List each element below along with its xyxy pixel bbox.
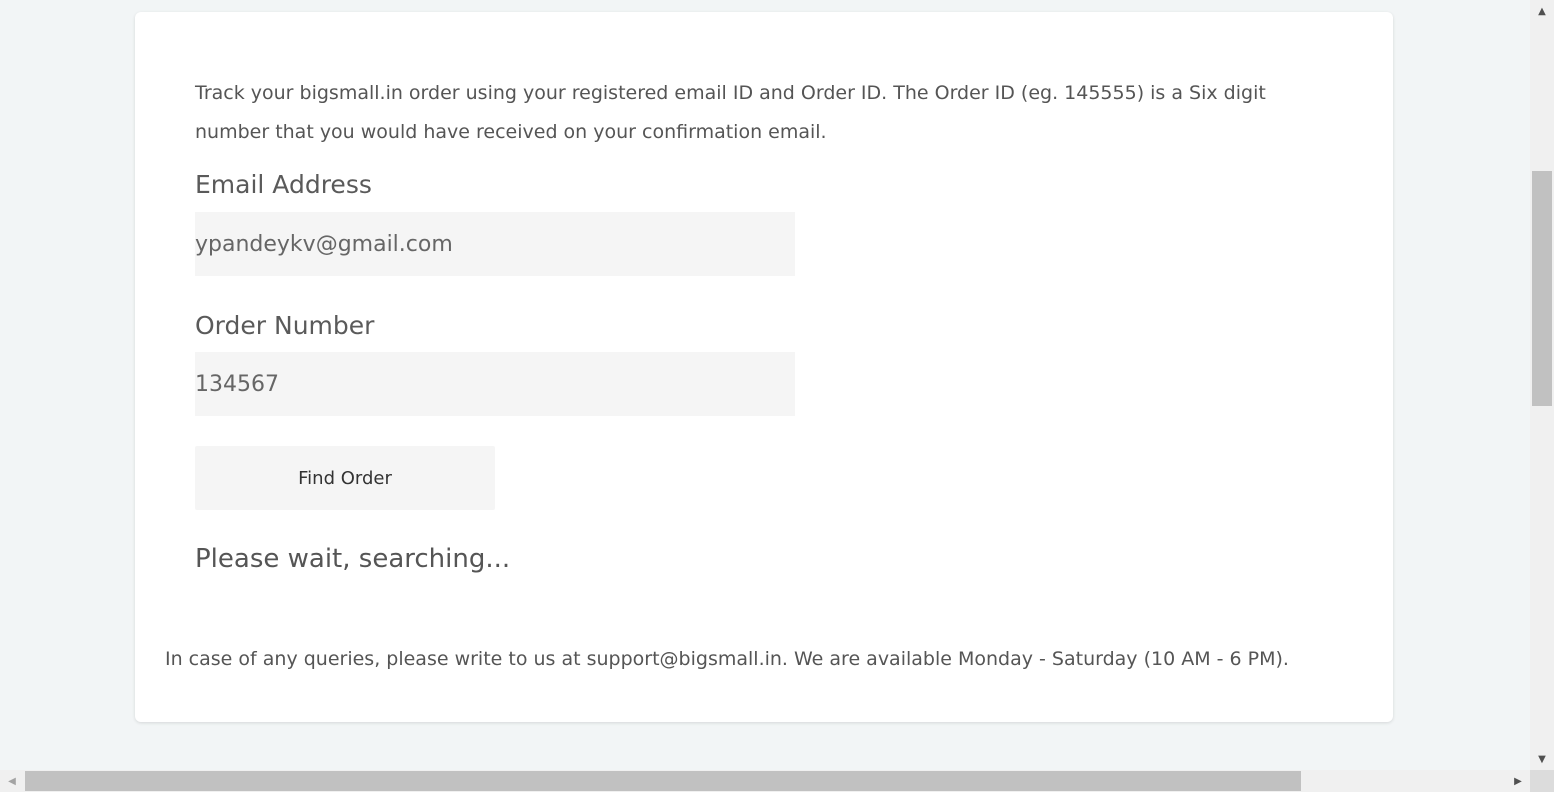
scroll-up-arrow-icon[interactable]: ▲ <box>1530 0 1554 22</box>
order-number-label: Order Number <box>195 311 375 340</box>
order-number-field[interactable] <box>195 352 795 416</box>
page-viewport: Track your bigsmall.in order using your … <box>0 0 1530 770</box>
order-tracker-card: Track your bigsmall.in order using your … <box>135 12 1393 722</box>
email-label: Email Address <box>195 170 372 199</box>
scroll-down-arrow-icon[interactable]: ▼ <box>1530 748 1554 770</box>
scrollbar-corner <box>1530 770 1554 792</box>
horizontal-scrollbar[interactable]: ◀ ▶ <box>0 770 1530 792</box>
horizontal-scroll-thumb[interactable] <box>25 771 1301 791</box>
scroll-right-arrow-icon[interactable]: ▶ <box>1506 770 1530 792</box>
intro-text: Track your bigsmall.in order using your … <box>195 82 1266 143</box>
vertical-scrollbar[interactable]: ▲ ▼ <box>1530 0 1554 770</box>
search-status-text: Please wait, searching... <box>195 544 511 574</box>
vertical-scroll-thumb[interactable] <box>1532 171 1552 406</box>
email-field[interactable] <box>195 212 795 276</box>
find-order-button[interactable]: Find Order <box>195 446 495 510</box>
scroll-left-arrow-icon[interactable]: ◀ <box>0 770 24 792</box>
support-info-text: In case of any queries, please write to … <box>165 648 1289 670</box>
